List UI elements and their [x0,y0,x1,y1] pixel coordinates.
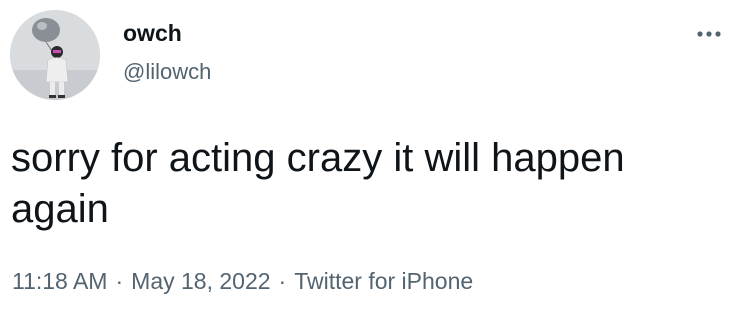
tweet-source-link[interactable]: Twitter for iPhone [294,268,473,294]
author-display-name[interactable]: owch [123,19,182,47]
avatar[interactable] [10,10,100,100]
tweet-timestamp-date[interactable]: May 18, 2022 [131,268,270,294]
more-horizontal-icon[interactable] [693,20,725,48]
avatar-photo [10,10,100,100]
author-handle[interactable]: @lilowch [123,58,211,86]
tweet-timestamp-time[interactable]: 11:18 AM [12,268,107,294]
meta-separator: · [115,268,124,294]
tweet-card: owch @lilowch sorry for acting crazy it … [0,0,734,312]
tweet-text: sorry for acting crazy it will happen ag… [11,136,636,231]
meta-separator: · [278,268,287,294]
tweet-metadata: 11:18 AM · May 18, 2022 · Twitter for iPhone [12,266,473,296]
